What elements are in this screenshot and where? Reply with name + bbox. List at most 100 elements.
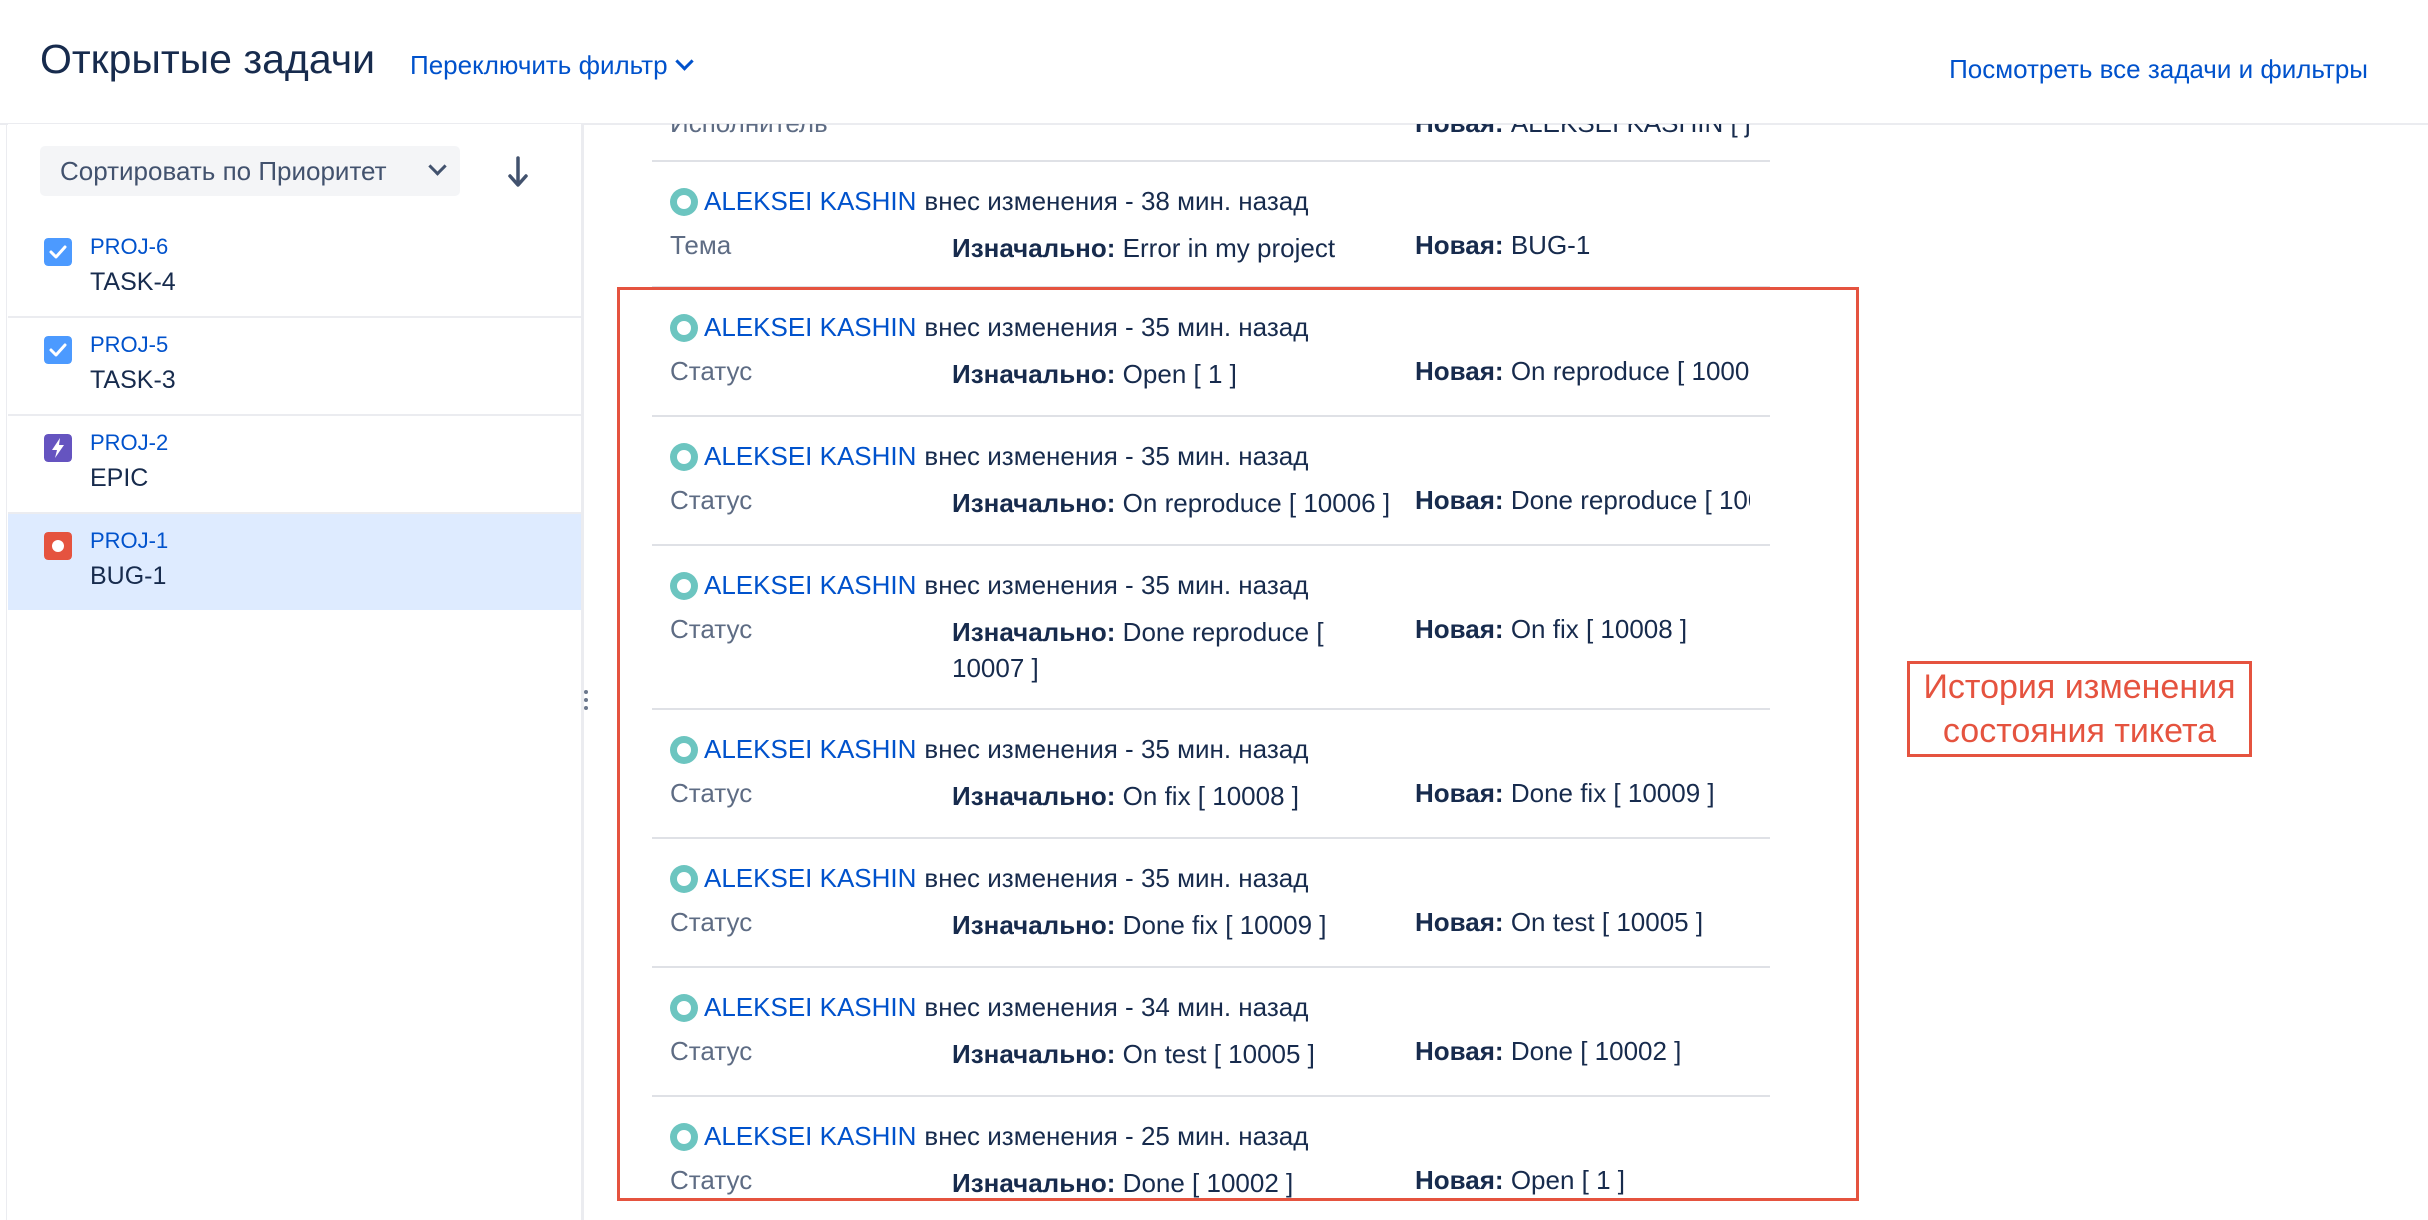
new-value-label: Новая: [1415,1036,1504,1066]
issue-list: PROJ-6 TASK-4 PROJ-5 TASK-3 PROJ-2 EPIC [8,220,581,610]
original-value-label: Изначально: [952,910,1116,940]
original-value-text: Done fix [ 10009 ] [1122,910,1327,940]
new-value-text: Done reproduce [ 10007 ] [1510,485,1750,515]
new-value: Новая: On test [ 10005 ] [1415,907,1750,938]
history-entry: ALEKSEI KASHIN внес изменения - 35 мин. … [652,288,1770,417]
new-value: Новая: Done [ 10002 ] [1415,1036,1750,1067]
history-entry: ALEKSEI KASHIN внес изменения - 35 мин. … [652,839,1770,968]
issue-list-item[interactable]: PROJ-6 TASK-4 [8,220,581,318]
original-value: Изначально: Open [ 1 ] [952,356,1402,392]
new-value-label: Новая: [1415,907,1504,937]
history-entry-header: ALEKSEI KASHIN внес изменения - 34 мин. … [670,992,1308,1023]
new-value-text: On test [ 10005 ] [1510,907,1704,937]
issue-list-item-selected[interactable]: PROJ-1 BUG-1 [8,514,581,610]
author-link[interactable]: ALEKSEI KASHIN [704,312,916,343]
new-value-text: Done fix [ 10009 ] [1510,778,1715,808]
original-value-label: Изначально: [952,233,1116,263]
history-entry: ALEKSEI KASHIN внес изменения - 35 мин. … [652,546,1770,710]
new-value: Новая: ALEKSEI KASHIN [ jir [1415,124,1750,139]
task-checkbox-icon [44,336,72,364]
issue-key: PROJ-6 [90,234,169,259]
original-value-text: On reproduce [ 10006 ] [1122,488,1391,518]
page-title: Открытые задачи [40,36,376,82]
history-entry: ALEKSEI KASHIN внес изменения - 25 мин. … [652,1097,1770,1220]
original-value-label: Изначально: [952,617,1116,647]
author-link[interactable]: ALEKSEI KASHIN [704,992,916,1023]
annotation-line-1: История изменения [1923,668,2236,706]
new-value-label: Новая: [1415,230,1504,260]
author-link[interactable]: ALEKSEI KASHIN [704,570,916,601]
avatar [670,442,698,471]
history-entry: ALEKSEI KASHIN внес изменения - 38 мин. … [652,162,1770,288]
annotation-line-2: состояния тикета [1942,712,2217,750]
issue-summary: TASK-3 [90,366,176,394]
issue-list-item[interactable]: PROJ-2 EPIC [8,416,581,514]
history-entry: ALEKSEI KASHIN внес изменения - 35 мин. … [652,710,1770,839]
author-link[interactable]: ALEKSEI KASHIN [704,1121,916,1152]
sort-select[interactable]: Сортировать по Приоритет [40,146,460,196]
author-link[interactable]: ALEKSEI KASHIN [704,441,916,472]
change-action-text: внес изменения - 25 мин. назад [924,1121,1309,1151]
avatar [670,735,698,764]
changed-field: Статус [670,778,753,808]
original-value: Изначально: On reproduce [ 10006 ] [952,485,1402,521]
view-all-issues-link[interactable]: Посмотреть все задачи и фильтры [1949,54,2368,85]
new-value-label: Новая: [1415,1165,1504,1195]
annotation-label: История изменения состояния тикета [1907,661,2252,757]
new-value: Новая: BUG-1 [1415,230,1750,261]
changed-field: Тема [670,230,732,260]
new-value-text: BUG-1 [1510,230,1591,260]
avatar [670,187,698,216]
issue-summary: BUG-1 [90,562,167,590]
changed-field: Исполнитель [670,124,828,139]
changed-field: Статус [670,485,753,515]
history-entry-header: ALEKSEI KASHIN внес изменения - 35 мин. … [670,863,1308,894]
change-action-text: внес изменения - 34 мин. назад [924,992,1309,1022]
original-value: Изначально: On test [ 10005 ] [952,1036,1402,1072]
history-entry-header: ALEKSEI KASHIN внес изменения - 35 мин. … [670,441,1308,472]
issue-key: PROJ-2 [90,430,169,455]
history-entry: ALEKSEI KASHIN внес изменения - 34 мин. … [652,968,1770,1097]
new-value-label: Новая: [1415,124,1504,138]
original-value-text: On fix [ 10008 ] [1122,781,1299,811]
author-link[interactable]: ALEKSEI KASHIN [704,186,916,217]
avatar [670,993,698,1022]
changed-field: Статус [670,907,753,937]
author-link[interactable]: ALEKSEI KASHIN [704,863,916,894]
issue-summary: EPIC [90,464,149,492]
history-entry-header: ALEKSEI KASHIN внес изменения - 25 мин. … [670,1121,1308,1152]
change-history-list: Исполнитель Новая: ALEKSEI KASHIN [ jir … [652,124,1770,1220]
history-entry-header: ALEKSEI KASHIN внес изменения - 38 мин. … [670,186,1308,217]
epic-lightning-icon [44,434,72,462]
change-action-text: внес изменения - 38 мин. назад [924,186,1309,216]
task-checkbox-icon [44,238,72,266]
changed-field: Статус [670,614,753,644]
original-value: Изначально: Done [ 10002 ] [952,1165,1402,1201]
original-value-text: On test [ 10005 ] [1122,1039,1315,1069]
avatar [670,864,698,893]
change-action-text: внес изменения - 35 мин. назад [924,863,1309,893]
new-value: Новая: Done fix [ 10009 ] [1415,778,1750,809]
issue-sidebar: Сортировать по Приоритет PROJ-6 TASK-4 P… [8,124,584,1220]
sort-direction-arrow-icon[interactable] [498,152,538,192]
new-value: Новая: Done reproduce [ 10007 ] [1415,485,1750,516]
new-value: Новая: On fix [ 10008 ] [1415,614,1750,645]
changed-field: Статус [670,1165,753,1195]
changed-field: Статус [670,1036,753,1066]
left-gutter [0,0,7,1220]
changed-field: Статус [670,356,753,386]
original-value: Изначально: Done reproduce [ 10007 ] [952,614,1332,686]
issue-list-item[interactable]: PROJ-5 TASK-3 [8,318,581,416]
avatar [670,571,698,600]
original-value-label: Изначально: [952,488,1116,518]
new-value-text: Open [ 1 ] [1510,1165,1626,1195]
new-value-text: On fix [ 10008 ] [1510,614,1688,644]
new-value-label: Новая: [1415,485,1504,515]
original-value-text: Open [ 1 ] [1122,359,1237,389]
avatar [670,313,698,342]
original-value-label: Изначально: [952,359,1116,389]
issue-key: PROJ-1 [90,528,169,553]
original-value-label: Изначально: [952,781,1116,811]
author-link[interactable]: ALEKSEI KASHIN [704,734,916,765]
filter-switch-button[interactable]: Переключить фильтр [410,50,694,81]
